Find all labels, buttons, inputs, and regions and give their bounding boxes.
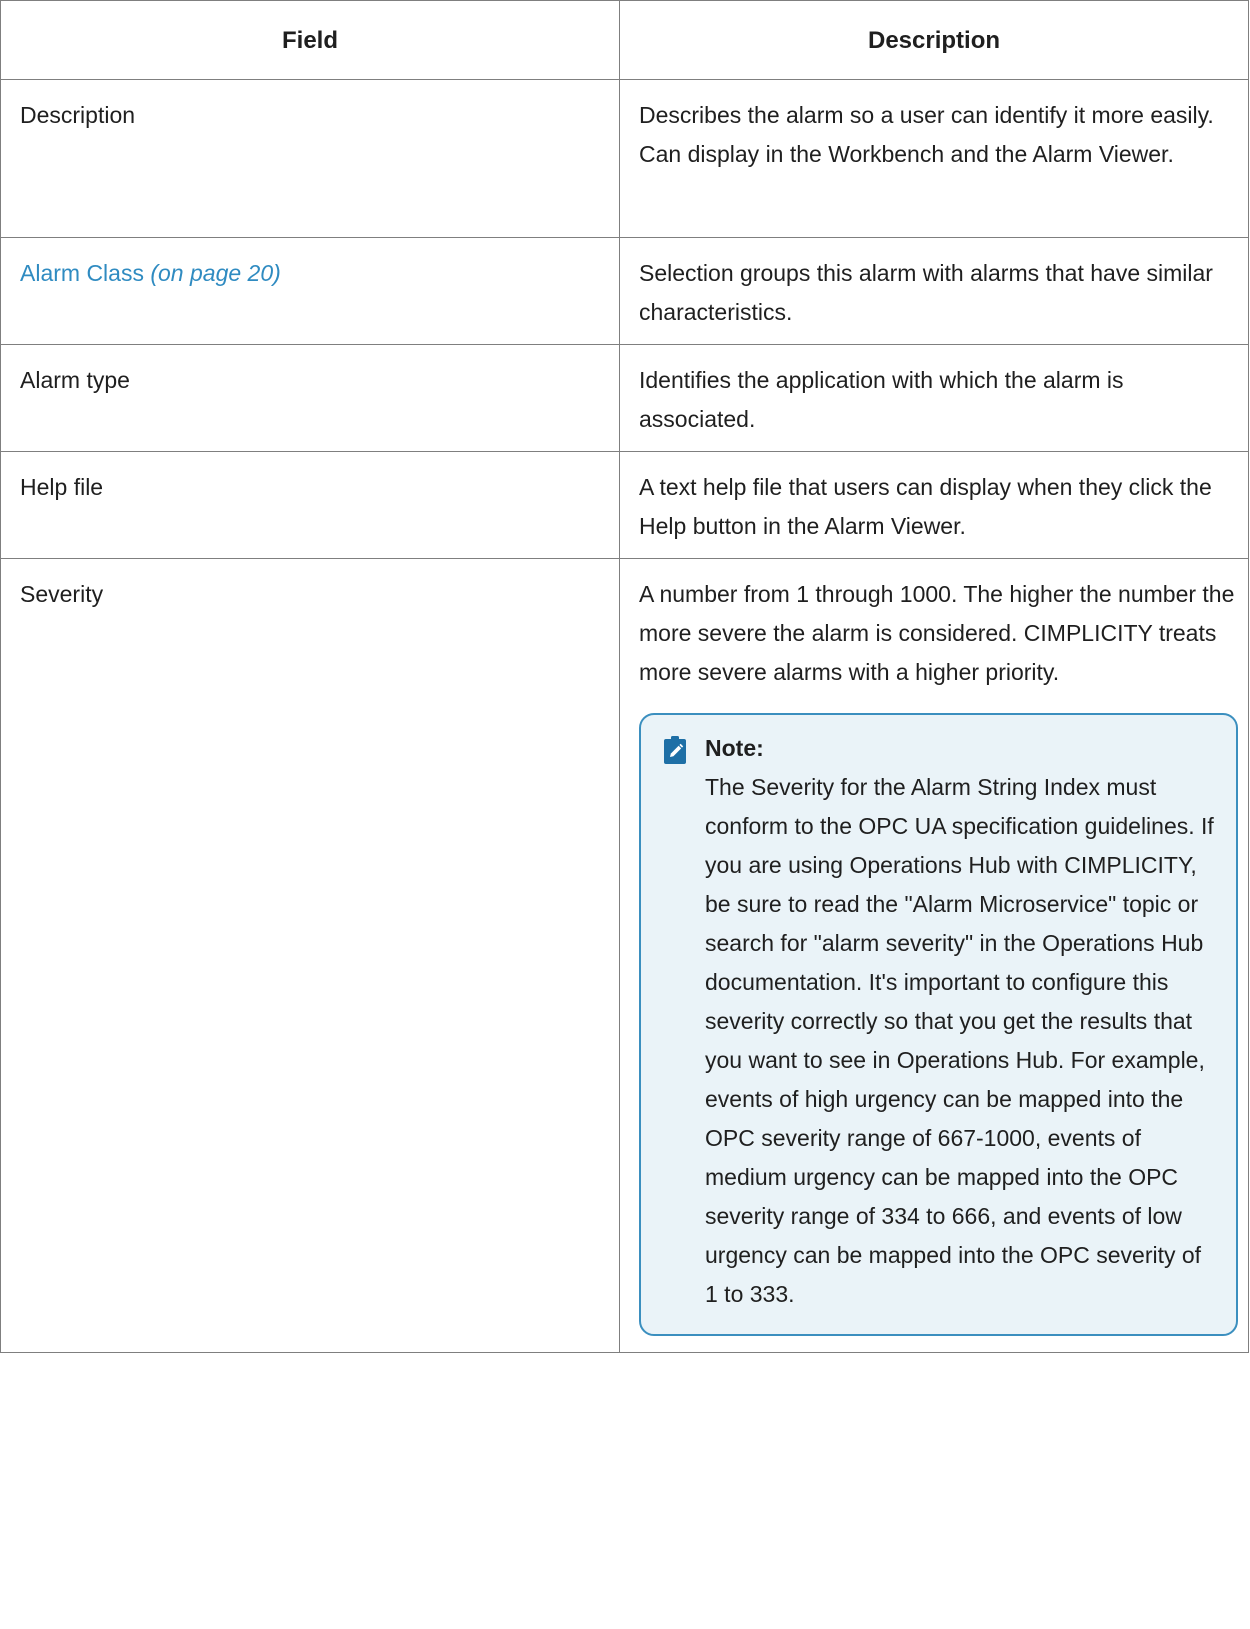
field-description-cell: Describes the alarm so a user can identi… [619, 79, 1249, 238]
table-row: Severity A number from 1 through 1000. T… [0, 558, 1249, 1353]
alarm-class-link[interactable]: Alarm Class (on page 20) [20, 260, 281, 286]
field-description-cell: Identifies the application with which th… [619, 344, 1249, 452]
field-name-cell: Alarm Class (on page 20) [0, 237, 620, 345]
table-row: Description Describes the alarm so a use… [0, 79, 1249, 238]
table-row: Help file A text help file that users ca… [0, 451, 1249, 559]
field-name-cell: Alarm type [0, 344, 620, 452]
table-header-row: Field Description [0, 0, 1249, 80]
field-name-cell: Description [0, 79, 620, 238]
field-name-cell: Help file [0, 451, 620, 559]
severity-description: A number from 1 through 1000. The higher… [639, 581, 1235, 685]
note-body: The Severity for the Alarm String Index … [705, 774, 1214, 1307]
pencil-note-icon [663, 735, 687, 765]
table-row: Alarm type Identifies the application wi… [0, 344, 1249, 452]
description-column-header: Description [619, 0, 1249, 80]
page-reference[interactable]: (on page 20) [150, 260, 280, 286]
field-description-cell: A number from 1 through 1000. The higher… [619, 558, 1249, 1353]
note-callout: Note: The Severity for the Alarm String … [639, 713, 1238, 1336]
table-row: Alarm Class (on page 20) Selection group… [0, 237, 1249, 345]
alarm-class-link-text[interactable]: Alarm Class [20, 260, 144, 286]
field-name-cell: Severity [0, 558, 620, 1353]
field-description-cell: A text help file that users can display … [619, 451, 1249, 559]
field-column-header: Field [0, 0, 620, 80]
field-description-cell: Selection groups this alarm with alarms … [619, 237, 1249, 345]
fields-table: Field Description Description Describes … [0, 0, 1249, 1353]
note-title: Note: [705, 735, 764, 761]
